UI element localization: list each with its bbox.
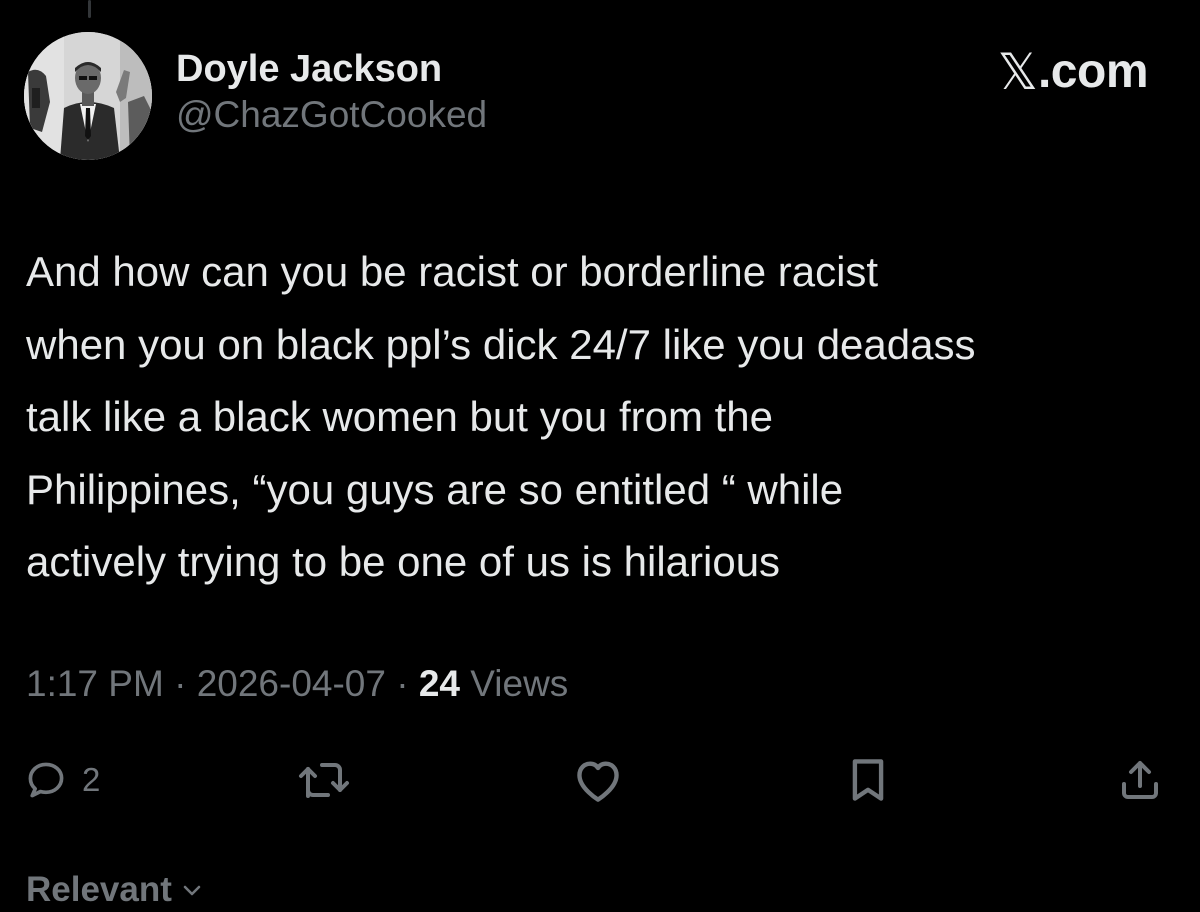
- views-label: Views: [460, 663, 569, 704]
- post-date[interactable]: 2026-04-07: [197, 663, 386, 704]
- reply-icon: [28, 762, 64, 798]
- post-text-line: actively trying to be one of us is hilar…: [26, 538, 781, 585]
- repost-icon: [299, 763, 349, 798]
- post-text: And how can you be racist or borderline …: [26, 236, 1176, 599]
- like-button[interactable]: [570, 748, 626, 812]
- brand-text: .com: [1037, 45, 1149, 98]
- views-count: 24: [418, 663, 460, 704]
- post-metadata: 1:17 PM · 2026-04-07 · 24 Views: [26, 660, 568, 708]
- meta-separator: ·: [385, 663, 419, 704]
- repost-button[interactable]: [296, 748, 356, 812]
- action-bar: 2: [0, 748, 1200, 812]
- post-text-line: Philippines, “you guys are so entitled “…: [26, 465, 844, 513]
- post-text-line: And how can you be racist or borderline …: [26, 248, 879, 295]
- share-icon: [1122, 761, 1158, 799]
- reply-count: 2: [82, 761, 101, 798]
- sort-label: Relevant: [26, 870, 172, 909]
- meta-separator: ·: [163, 663, 197, 704]
- avatar-photo: [24, 32, 152, 160]
- post-text-line: talk like a black women but you from the: [26, 393, 774, 440]
- reply-sort-dropdown[interactable]: Relevant: [26, 868, 204, 912]
- post-text-line: when you on black ppl’s dick 24/7 like y…: [26, 320, 976, 368]
- author-display-name[interactable]: Doyle Jackson: [176, 46, 487, 92]
- bookmark-icon: [852, 759, 884, 801]
- post-author: Doyle Jackson @ChazGotCooked: [176, 46, 487, 138]
- author-handle[interactable]: @ChazGotCooked: [176, 92, 487, 138]
- thread-connector-line: [88, 0, 91, 18]
- chevron-down-icon: [183, 885, 201, 896]
- share-button[interactable]: [1116, 748, 1164, 812]
- brand-watermark: 𝕏 .com: [997, 43, 1149, 101]
- avatar[interactable]: [24, 32, 152, 160]
- bookmark-button[interactable]: [846, 748, 890, 812]
- reply-button[interactable]: 2: [24, 748, 100, 812]
- like-icon: [577, 761, 619, 802]
- x-logo-icon: 𝕏: [997, 43, 1038, 101]
- post-time[interactable]: 1:17 PM: [26, 663, 164, 704]
